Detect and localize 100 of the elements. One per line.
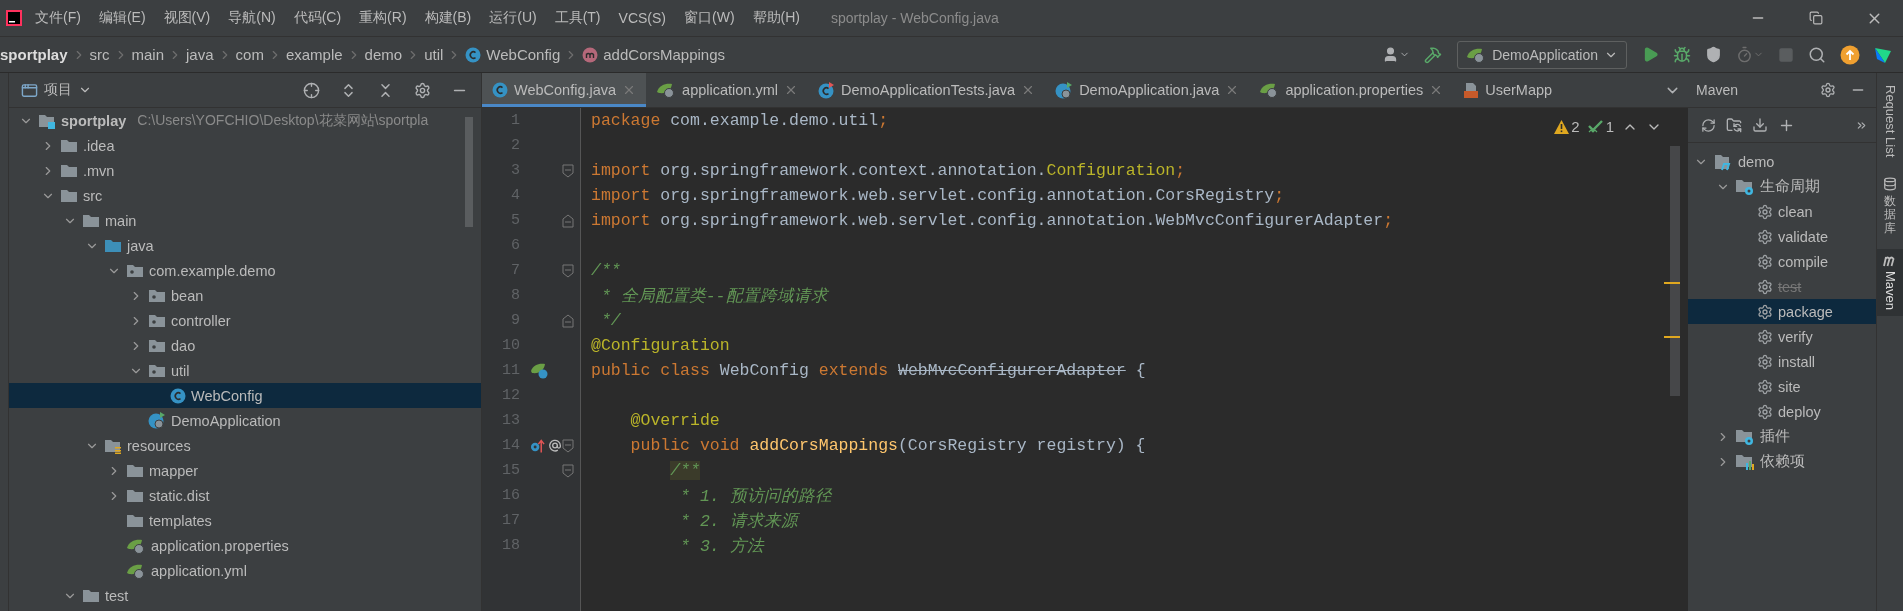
tree-item[interactable]: templates xyxy=(9,508,481,533)
tree-item[interactable]: .idea xyxy=(9,133,481,158)
tree-item[interactable]: com.example.demo xyxy=(9,258,481,283)
breadcrumb-item[interactable]: src xyxy=(89,46,110,63)
editor-tab[interactable]: application.properties xyxy=(1249,73,1454,107)
tree-item[interactable]: test xyxy=(9,583,481,608)
menu-item[interactable]: 导航(N) xyxy=(219,9,285,27)
menu-item[interactable]: 视图(V) xyxy=(154,9,220,27)
tree-item[interactable]: install xyxy=(1688,349,1876,374)
tree-item[interactable]: validate xyxy=(1688,224,1876,249)
editor-tab[interactable]: DemoApplicationTests.java xyxy=(808,73,1046,107)
breadcrumb-item[interactable]: com xyxy=(235,46,264,63)
passed-count[interactable]: 1 xyxy=(1587,118,1614,135)
profiler-icon[interactable] xyxy=(1736,46,1764,63)
tree-item[interactable]: 依赖项 xyxy=(1688,449,1876,474)
fold-icon[interactable] xyxy=(562,262,574,279)
tree-item[interactable]: dao xyxy=(9,333,481,358)
tree-item[interactable]: application.properties xyxy=(9,533,481,558)
tree-item[interactable]: WebConfig xyxy=(9,383,481,408)
menu-item[interactable]: 构建(B) xyxy=(415,9,481,27)
tree-item[interactable]: clean xyxy=(1688,199,1876,224)
restore-icon[interactable] xyxy=(1809,11,1823,25)
code-line: */ xyxy=(599,310,621,332)
search-icon[interactable] xyxy=(1808,45,1826,64)
bean-icon[interactable] xyxy=(530,361,550,380)
menu-item[interactable]: 文件(F) xyxy=(26,9,90,27)
tree-item[interactable]: bean xyxy=(9,283,481,308)
scrollbar[interactable] xyxy=(1670,146,1680,396)
tree-item[interactable]: 插件 xyxy=(1688,424,1876,449)
tree-item[interactable]: resources xyxy=(9,433,481,458)
editor-tab[interactable]: WebConfig.java xyxy=(482,73,647,107)
tree-item[interactable]: util xyxy=(9,358,481,383)
settings-icon[interactable] xyxy=(1820,82,1836,98)
tree-item[interactable]: mapper xyxy=(9,458,481,483)
tree-item[interactable]: compile xyxy=(1688,249,1876,274)
breadcrumb-item[interactable]: java xyxy=(186,46,214,63)
side-tab[interactable]: 数据库 xyxy=(1877,171,1903,241)
breadcrumb-item[interactable]: sportplay xyxy=(0,46,68,63)
run-icon[interactable] xyxy=(1642,46,1659,63)
tree-item[interactable]: deploy xyxy=(1688,399,1876,424)
side-tab[interactable]: Request List xyxy=(1877,79,1903,164)
editor-tab[interactable]: application.yml xyxy=(646,73,809,107)
tree-item[interactable]: main xyxy=(9,208,481,233)
side-tab[interactable]: Maven xyxy=(1877,248,1903,316)
editor-tab[interactable]: UserMapp xyxy=(1453,73,1563,107)
menu-item[interactable]: 重构(R) xyxy=(350,9,416,27)
folder-icon xyxy=(82,588,100,603)
update-icon[interactable] xyxy=(1840,44,1860,65)
panel-title[interactable]: 项目 xyxy=(44,81,72,99)
menu-item[interactable]: 帮助(H) xyxy=(743,9,809,27)
fold-icon[interactable] xyxy=(562,212,574,229)
fold-icon[interactable] xyxy=(562,162,574,179)
tree-item[interactable]: application.yml xyxy=(9,558,481,583)
fold-icon[interactable] xyxy=(562,462,574,479)
hammer-icon[interactable] xyxy=(1424,45,1443,64)
tree-item[interactable]: package xyxy=(1688,299,1876,324)
locate-icon[interactable] xyxy=(303,81,320,99)
tree-item[interactable]: java xyxy=(9,233,481,258)
coverage-icon[interactable] xyxy=(1705,46,1722,63)
tree-item[interactable]: 生命周期 xyxy=(1688,174,1876,199)
folder-sync-icon[interactable] xyxy=(1726,117,1742,133)
settings-icon[interactable] xyxy=(414,81,431,99)
download-icon[interactable] xyxy=(1752,117,1768,133)
scrollbar[interactable] xyxy=(465,117,473,227)
folder-icon xyxy=(104,238,122,253)
debug-icon[interactable] xyxy=(1673,45,1691,64)
code-line: * 全局配置类--配置跨域请求 xyxy=(599,285,828,308)
tree-item[interactable]: DemoApplication xyxy=(9,408,481,433)
folder-icon xyxy=(60,188,78,203)
menu-item[interactable]: 编辑(E) xyxy=(89,9,155,27)
tree-item[interactable]: verify xyxy=(1688,324,1876,349)
package-folder-icon xyxy=(148,363,166,378)
tree-item[interactable]: controller xyxy=(9,308,481,333)
reload-icon[interactable] xyxy=(1701,117,1716,133)
code-line: import org.springframework.context.annotation.Configuration; xyxy=(591,160,1186,182)
breadcrumb-item[interactable]: example xyxy=(285,46,343,63)
menu-item[interactable]: 工具(T) xyxy=(545,9,610,27)
menu-item[interactable]: 窗口(W) xyxy=(675,9,744,27)
tree-item[interactable]: static.dist xyxy=(9,483,481,508)
tree-item[interactable]: sportplay C:\Users\YOFCHIO\Desktop\花菜网站\sportpla xyxy=(9,108,481,133)
menu-item[interactable]: VCS(S) xyxy=(609,10,675,26)
menu-item[interactable]: 代码(C) xyxy=(284,9,351,27)
run-config-dropdown[interactable]: DemoApplication xyxy=(1457,40,1627,69)
tree-item[interactable]: demo xyxy=(1688,149,1876,174)
user-icon[interactable] xyxy=(1382,46,1411,63)
breadcrumb-item[interactable]: addCorsMappings xyxy=(582,46,725,63)
spring-leaf-icon xyxy=(126,537,146,554)
at-sign-icon[interactable] xyxy=(547,438,562,453)
breadcrumb-item[interactable]: WebConfig xyxy=(465,46,561,63)
fold-icon[interactable] xyxy=(562,312,574,329)
editor-tab[interactable]: DemoApplication.java xyxy=(1045,73,1250,107)
breadcrumb-item[interactable]: main xyxy=(131,46,165,63)
toolbox-logo-icon[interactable] xyxy=(1874,45,1892,64)
override-icon[interactable] xyxy=(530,437,545,454)
tree-item[interactable]: src xyxy=(9,183,481,208)
breadcrumb-item[interactable]: util xyxy=(424,46,444,63)
menu-item[interactable]: 运行(U) xyxy=(480,9,546,27)
tree-item[interactable]: site xyxy=(1688,374,1876,399)
tree-item[interactable]: .mvn xyxy=(9,158,481,183)
breadcrumb-item[interactable]: demo xyxy=(364,46,403,63)
